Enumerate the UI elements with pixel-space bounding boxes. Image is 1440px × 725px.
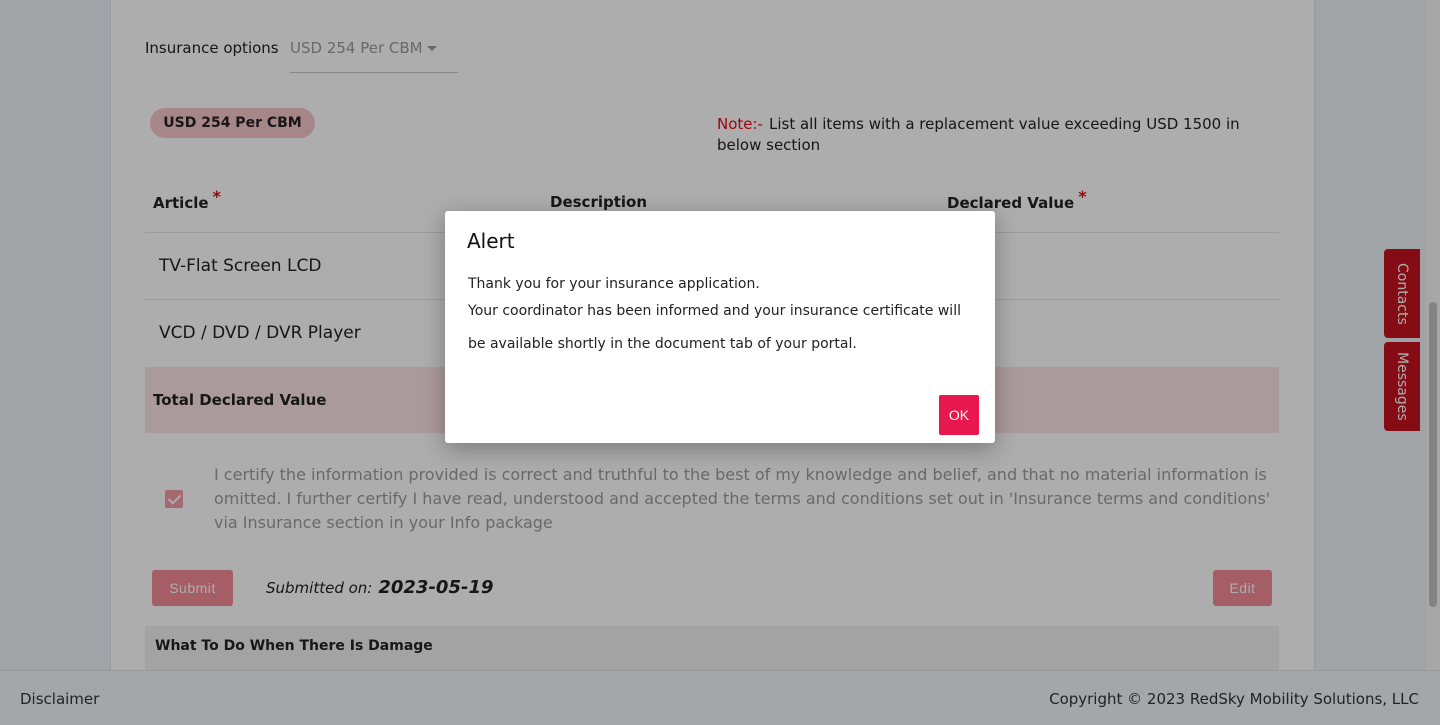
ok-button[interactable]: OK bbox=[939, 395, 979, 435]
alert-message-line: Thank you for your insurance application… bbox=[468, 276, 760, 292]
alert-dialog: Alert Thank you for your insurance appli… bbox=[445, 211, 995, 443]
alert-dialog-title: Alert bbox=[467, 229, 515, 253]
alert-message-line: Your coordinator has been informed and y… bbox=[468, 303, 961, 352]
alert-dialog-body: Thank you for your insurance application… bbox=[468, 273, 973, 361]
